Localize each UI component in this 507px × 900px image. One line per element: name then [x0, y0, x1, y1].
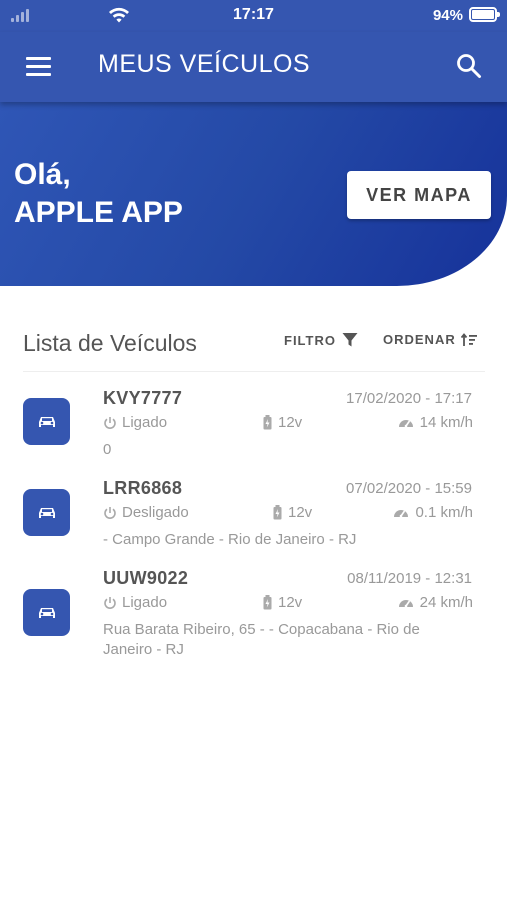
vehicle-datetime: 17/02/2020 - 17:17 — [346, 390, 472, 407]
status-time: 17:17 — [233, 6, 274, 23]
vehicle-list-header: Lista de Veículos FILTRO ORDENAR — [23, 328, 485, 372]
filter-button[interactable]: FILTRO — [284, 332, 358, 348]
speed-label: 24 km/h — [419, 594, 473, 611]
speedometer-icon — [398, 420, 413, 428]
battery-voltage: 12v — [273, 504, 312, 521]
vehicle-speed: 24 km/h — [398, 594, 473, 611]
ignition-status: Desligado — [103, 504, 189, 521]
voltage-label: 12v — [278, 594, 303, 611]
battery-icon — [469, 7, 500, 22]
ignition-label: Ligado — [122, 594, 168, 611]
status-bar: 17:17 94% — [0, 0, 507, 32]
ignition-status: Ligado — [103, 414, 167, 431]
list-title: Lista de Veículos — [23, 330, 197, 356]
speed-label: 14 km/h — [419, 414, 473, 431]
greeting-user-name: APPLE APP — [14, 196, 183, 229]
vehicle-status-row: Desligado 12v 0.1 km/h — [103, 504, 473, 524]
car-icon — [23, 589, 70, 636]
power-icon — [104, 416, 116, 429]
greeting-line-1: Olá, — [14, 158, 71, 191]
sort-icon — [460, 332, 477, 346]
sort-label: ORDENAR — [383, 332, 456, 347]
car-battery-icon — [263, 415, 272, 430]
speed-label: 0.1 km/h — [415, 504, 473, 521]
filter-label: FILTRO — [284, 332, 336, 348]
vehicle-plate: KVY7777 — [103, 388, 183, 408]
vehicle-speed: 0.1 km/h — [393, 504, 473, 521]
vehicle-status-row: Ligado 12v 24 km/h — [103, 594, 473, 614]
car-icon — [23, 489, 70, 536]
vehicle-datetime: 08/11/2019 - 12:31 — [347, 570, 472, 587]
vehicle-list-item[interactable]: KVY7777 17/02/2020 - 17:17 Ligado 12v 14… — [0, 388, 507, 470]
voltage-label: 12v — [288, 504, 313, 521]
speedometer-icon — [394, 510, 409, 518]
vehicle-list-item[interactable]: LRR6868 07/02/2020 - 15:59 Desligado 12v… — [0, 478, 507, 560]
ignition-label: Desligado — [122, 504, 189, 521]
vehicle-address: Rua Barata Ribeiro, 65 - - Copacabana - … — [103, 621, 420, 658]
car-battery-icon — [273, 505, 282, 520]
battery-voltage: 12v — [263, 414, 302, 431]
ignition-status: Ligado — [103, 594, 167, 611]
vehicle-list-item[interactable]: UUW9022 08/11/2019 - 12:31 Ligado 12v 24… — [0, 568, 507, 668]
vehicle-plate: UUW9022 — [103, 568, 189, 588]
app-bar: MEUS VEÍCULOS — [0, 32, 507, 102]
car-icon — [23, 398, 70, 445]
speedometer-icon — [398, 600, 413, 608]
vehicle-address: 0 — [103, 441, 112, 458]
greeting-banner: Olá, APPLE APP VER MAPA — [0, 102, 507, 286]
vehicle-plate: LRR6868 — [103, 478, 183, 498]
power-icon — [104, 506, 116, 519]
sort-button[interactable]: ORDENAR — [383, 332, 477, 347]
greeting-text: Olá, APPLE APP — [14, 156, 183, 232]
vehicle-address: - Campo Grande - Rio de Janeiro - RJ — [103, 531, 357, 548]
battery-voltage: 12v — [263, 594, 302, 611]
ignition-label: Ligado — [122, 414, 168, 431]
vehicle-status-row: Ligado 12v 14 km/h — [103, 414, 473, 434]
filter-funnel-icon — [342, 333, 358, 347]
hamburger-menu-icon[interactable] — [26, 57, 51, 76]
view-map-button[interactable]: VER MAPA — [347, 171, 491, 219]
search-icon[interactable] — [456, 53, 482, 79]
voltage-label: 12v — [278, 414, 303, 431]
car-battery-icon — [263, 595, 272, 610]
battery-percentage: 94% — [432, 7, 463, 24]
vehicle-datetime: 07/02/2020 - 15:59 — [346, 480, 472, 497]
vehicle-speed: 14 km/h — [398, 414, 473, 431]
page-title: MEUS VEÍCULOS — [98, 50, 311, 78]
power-icon — [104, 596, 116, 609]
